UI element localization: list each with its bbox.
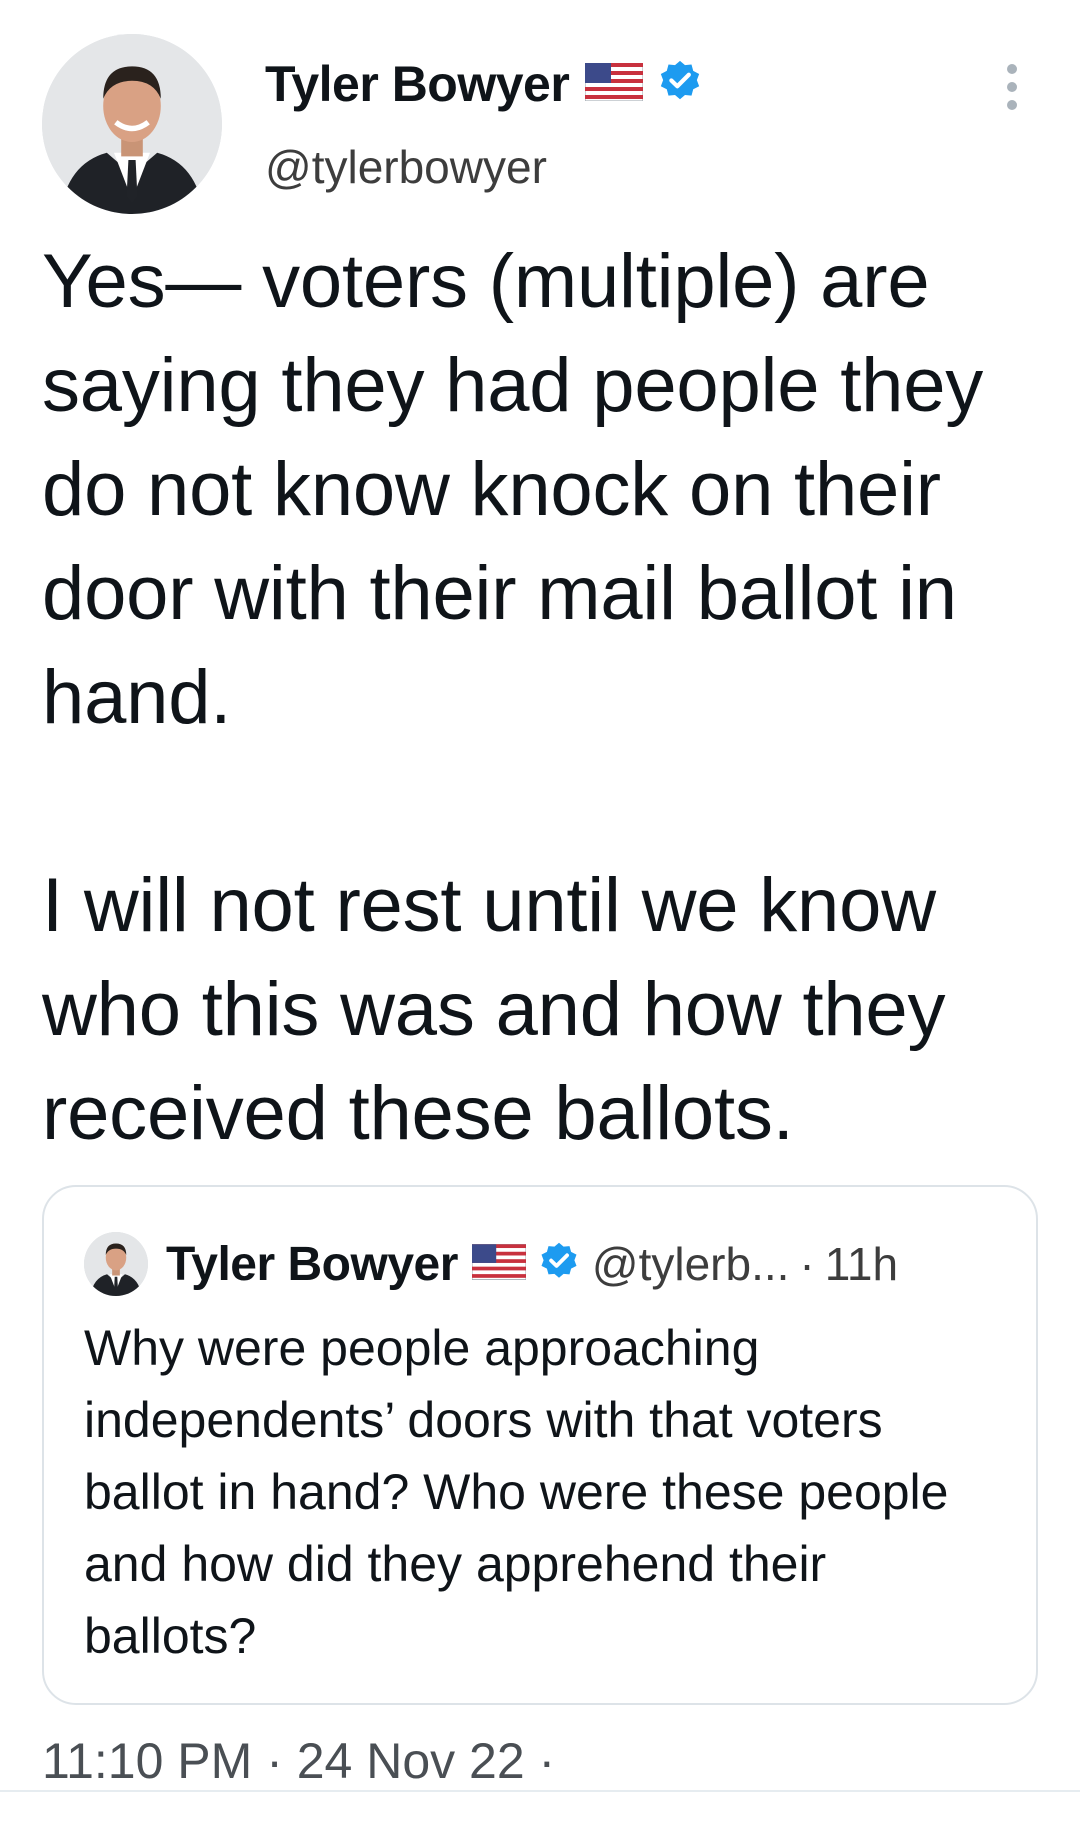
author-handle[interactable]: @tylerbowyer	[265, 140, 547, 194]
quoted-avatar-image	[84, 1232, 148, 1296]
quoted-separator: ·	[799, 1238, 815, 1290]
tweet-timestamp[interactable]: 11:10 PM · 24 Nov 22 ·	[42, 1732, 555, 1790]
verified-badge-icon	[538, 1241, 580, 1288]
us-flag-icon	[584, 62, 644, 106]
quoted-tweet-time: 11h	[824, 1238, 899, 1290]
author-display-name[interactable]: Tyler Bowyer	[265, 55, 570, 113]
quoted-tweet-card[interactable]: Tyler Bowyer @tylerb... · 11h Why were p…	[42, 1185, 1038, 1705]
quoted-tweet-text: Why were people approaching independents…	[84, 1320, 949, 1664]
tweet-body: Yes— voters (multiple) are saying they h…	[42, 230, 1042, 1166]
quoted-tweet-header: Tyler Bowyer @tylerb... · 11h	[84, 1232, 898, 1296]
quoted-author-handle: @tylerb...	[591, 1238, 790, 1290]
tweet-paragraph-1: Yes— voters (multiple) are saying they h…	[42, 239, 984, 740]
us-flag-icon	[471, 1243, 527, 1285]
more-options-icon[interactable]	[1004, 64, 1020, 114]
author-name-row: Tyler Bowyer	[265, 55, 703, 113]
quoted-author-avatar	[84, 1232, 148, 1296]
verified-badge-icon	[657, 59, 703, 110]
divider	[0, 1790, 1080, 1792]
tweet-paragraph-2: I will not rest until we know who this w…	[42, 863, 946, 1156]
author-avatar-image	[42, 34, 222, 214]
author-avatar[interactable]	[42, 34, 222, 214]
quoted-author-name: Tyler Bowyer	[166, 1237, 458, 1291]
